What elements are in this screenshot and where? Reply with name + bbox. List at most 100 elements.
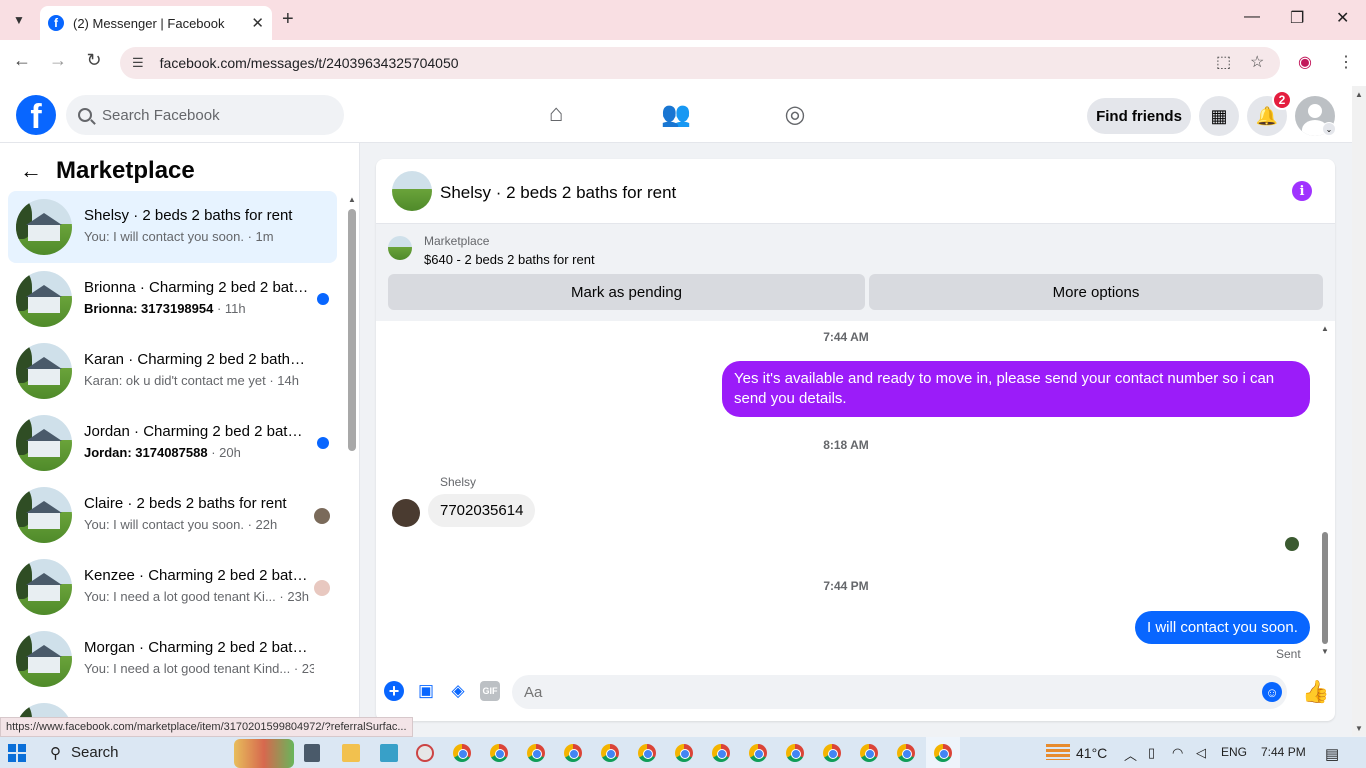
- seen-avatar: [314, 580, 330, 596]
- search-facebook-box[interactable]: Search Facebook: [66, 95, 344, 135]
- sticker-icon[interactable]: ◈: [448, 681, 468, 701]
- url-text: facebook.com/messages/t/2403963432570405…: [159, 55, 459, 71]
- snippet-text: You: I need a lot good tenant Ki...: [84, 589, 276, 604]
- chevron-up-icon[interactable]: ︿: [1124, 745, 1137, 764]
- chrome-icon[interactable]: [712, 744, 730, 762]
- info-icon[interactable]: i: [1292, 181, 1312, 201]
- incoming-message[interactable]: 7702035614: [428, 494, 536, 527]
- scrollbar-thumb[interactable]: [1322, 532, 1328, 644]
- chrome-icon[interactable]: [638, 744, 656, 762]
- clock[interactable]: 7:44 PM: [1261, 745, 1306, 759]
- paint-icon[interactable]: [416, 744, 434, 762]
- groups-icon[interactable]: ◎: [775, 100, 815, 129]
- chrome-icon[interactable]: [934, 744, 952, 762]
- conversation-item[interactable]: Morgan · Charming 2 bed 2 baths for rent…: [8, 623, 337, 695]
- back-arrow-icon[interactable]: ←: [20, 158, 42, 184]
- menu-kebab-icon[interactable]: ⋮: [1338, 52, 1354, 72]
- chrome-icon[interactable]: [749, 744, 767, 762]
- close-tab-icon[interactable]: ✕: [251, 14, 264, 32]
- conversation-item[interactable]: Kenzee · Charming 2 bed 2 baths for rent…: [8, 551, 337, 623]
- chrome-icon[interactable]: [490, 744, 508, 762]
- outgoing-message[interactable]: I will contact you soon.: [1135, 611, 1310, 644]
- chevron-down-icon[interactable]: ⌄: [1322, 122, 1336, 136]
- minimize-icon[interactable]: —: [1244, 8, 1260, 26]
- conversation-snippet: You: I need a lot good tenant Ki... · 23…: [84, 589, 314, 604]
- mark-as-pending-button[interactable]: Mark as pending: [388, 274, 865, 310]
- conversation-item[interactable]: Karan · Charming 2 bed 2 baths for rent …: [8, 335, 337, 407]
- back-icon[interactable]: ←: [9, 50, 35, 71]
- chrome-icon[interactable]: [675, 744, 693, 762]
- scroll-down-icon[interactable]: ▼: [1321, 647, 1329, 656]
- listing-title[interactable]: $640 - 2 beds 2 baths for rent: [424, 252, 595, 267]
- listing-thumbnail[interactable]: [388, 236, 412, 260]
- windows-start-icon[interactable]: [8, 744, 26, 762]
- new-tab-icon[interactable]: +: [282, 8, 294, 31]
- chrome-icon[interactable]: [564, 744, 582, 762]
- chat-scrollbar[interactable]: ▲ ▼: [1320, 324, 1330, 659]
- conversation-item[interactable]: Jordan · Charming 2 bed 2 baths for rent…: [8, 407, 337, 479]
- chrome-icon[interactable]: [897, 744, 915, 762]
- taskbar-search[interactable]: ⚲ Search: [40, 740, 230, 765]
- forward-icon[interactable]: →: [45, 50, 71, 71]
- chrome-icon[interactable]: [860, 744, 878, 762]
- profile-icon[interactable]: ◉: [1298, 52, 1312, 72]
- more-options-button[interactable]: More options: [869, 274, 1323, 310]
- chrome-icon[interactable]: [786, 744, 804, 762]
- tab-search-dropdown-icon[interactable]: ▼: [6, 8, 32, 32]
- sender-name: Shelsy: [440, 475, 477, 489]
- emoji-icon[interactable]: ☺: [1262, 682, 1282, 702]
- gif-icon[interactable]: GIF: [480, 681, 500, 701]
- chrome-icon[interactable]: [453, 744, 471, 762]
- listing-thumbnail: [16, 271, 72, 327]
- notepad-icon[interactable]: [380, 744, 398, 762]
- outgoing-message[interactable]: Yes it's available and ready to move in,…: [722, 361, 1310, 417]
- sender-avatar[interactable]: [392, 499, 420, 527]
- volume-icon[interactable]: ◁: [1196, 745, 1206, 761]
- thumbs-up-icon[interactable]: 👍: [1302, 679, 1329, 705]
- seen-avatar: [314, 508, 330, 524]
- find-friends-button[interactable]: Find friends: [1087, 98, 1191, 134]
- snippet-time: · 23h: [275, 589, 310, 604]
- chrome-icon[interactable]: [823, 744, 841, 762]
- plus-icon[interactable]: +: [384, 681, 404, 701]
- close-window-icon[interactable]: ✕: [1336, 8, 1349, 28]
- reload-icon[interactable]: ↻: [81, 50, 107, 71]
- notification-center-icon[interactable]: ▤: [1325, 745, 1339, 763]
- photo-icon[interactable]: ▣: [416, 681, 436, 701]
- home-icon[interactable]: ⌂: [536, 100, 576, 128]
- language-indicator[interactable]: ENG: [1221, 745, 1247, 759]
- message-input[interactable]: [512, 675, 1287, 709]
- scroll-down-icon[interactable]: ▼: [1355, 724, 1363, 733]
- scroll-up-icon[interactable]: ▲: [348, 195, 356, 204]
- message-timestamp: 8:18 AM: [823, 438, 869, 452]
- facebook-favicon-icon: f: [48, 15, 64, 31]
- chat-title[interactable]: Shelsy · 2 beds 2 baths for rent: [440, 183, 676, 203]
- site-settings-icon[interactable]: ☰: [132, 55, 144, 71]
- friends-icon[interactable]: 👥: [656, 100, 696, 129]
- battery-icon[interactable]: ▯: [1148, 745, 1155, 761]
- file-explorer-icon[interactable]: [342, 744, 360, 762]
- wifi-icon[interactable]: ◠: [1172, 745, 1183, 761]
- task-view-icon[interactable]: [304, 744, 320, 762]
- bookmark-star-icon[interactable]: ☆: [1250, 52, 1264, 72]
- temperature[interactable]: 41°C: [1076, 745, 1107, 761]
- menu-grid-icon[interactable]: ▦: [1199, 96, 1239, 136]
- chat-avatar[interactable]: [392, 171, 432, 211]
- url-box[interactable]: ☰ facebook.com/messages/t/24039634325704…: [120, 47, 1280, 79]
- chrome-icon[interactable]: [601, 744, 619, 762]
- conversation-item[interactable]: Brionna · Charming 2 bed 2 baths for ren…: [8, 263, 337, 335]
- facebook-logo-icon[interactable]: f: [16, 95, 56, 135]
- scrollbar-thumb[interactable]: [348, 209, 356, 451]
- scroll-up-icon[interactable]: ▲: [1321, 324, 1329, 333]
- install-app-icon[interactable]: ⬚: [1216, 52, 1231, 72]
- conversation-item[interactable]: Claire · 2 beds 2 baths for rent You: I …: [8, 479, 337, 551]
- scroll-up-icon[interactable]: ▲: [1355, 90, 1363, 99]
- conversation-name: Brionna · Charming 2 bed 2 baths for ren…: [84, 279, 310, 296]
- weather-icon[interactable]: [1046, 744, 1070, 760]
- restore-icon[interactable]: ❐: [1290, 8, 1304, 28]
- conversation-item[interactable]: Shelsy · 2 beds 2 baths for rent You: I …: [8, 191, 337, 263]
- browser-tab[interactable]: f (2) Messenger | Facebook ✕: [40, 6, 272, 40]
- sidebar-scrollbar[interactable]: ▲: [348, 195, 356, 736]
- chrome-icon[interactable]: [527, 744, 545, 762]
- page-scrollbar[interactable]: ▲ ▼: [1352, 86, 1366, 736]
